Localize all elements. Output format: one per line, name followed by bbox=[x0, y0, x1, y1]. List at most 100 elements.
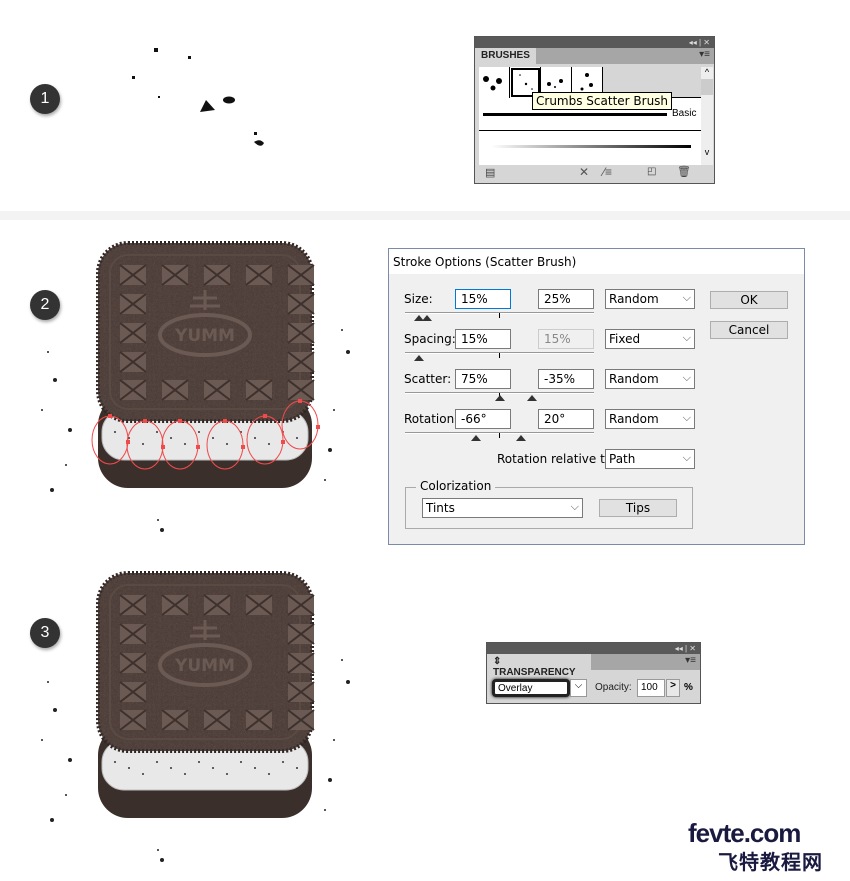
colorization-select[interactable]: Tints ⌵ bbox=[422, 498, 583, 518]
min-value-input[interactable]: 15% bbox=[455, 289, 511, 309]
crumb bbox=[41, 409, 43, 411]
basic-brush-stroke[interactable] bbox=[483, 113, 667, 116]
rotation-relative-label: Rotation relative to: bbox=[497, 452, 617, 466]
max-value-input[interactable]: -35% bbox=[538, 369, 594, 389]
cookie-pattern-tile bbox=[245, 264, 273, 286]
cookie-pattern-tile bbox=[287, 322, 315, 344]
rotation-relative-value: Path bbox=[609, 452, 636, 466]
new-brush-icon[interactable]: ◰ bbox=[647, 166, 656, 177]
blend-mode-select[interactable]: Overlay bbox=[492, 679, 570, 697]
chevron-down-icon: ⌵ bbox=[682, 291, 691, 304]
percent-label: % bbox=[684, 682, 693, 693]
crumb bbox=[341, 329, 343, 331]
blend-mode-chevron-icon[interactable]: ⌵ bbox=[570, 679, 587, 697]
chevron-down-icon: ⌵ bbox=[682, 451, 691, 464]
cookie-pattern-tile bbox=[287, 681, 315, 703]
rotation-relative-select[interactable]: Path ⌵ bbox=[605, 449, 695, 469]
max-value-input[interactable]: 25% bbox=[538, 289, 594, 309]
crumb bbox=[346, 680, 350, 684]
watermark-domain: fevte.com bbox=[688, 818, 801, 848]
opacity-label: Opacity: bbox=[595, 682, 632, 693]
row-label: Rotation: bbox=[404, 412, 459, 426]
crumb bbox=[160, 858, 164, 862]
crumb bbox=[53, 378, 57, 382]
cookie-pattern-tile bbox=[119, 709, 147, 731]
panel-collapse-close[interactable]: ◂◂ | ✕ bbox=[487, 643, 700, 654]
transparency-tab[interactable]: ⇕ TRANSPARENCY bbox=[487, 654, 591, 678]
crumb bbox=[341, 659, 343, 661]
remove-brush-stroke-icon[interactable]: ✕ bbox=[579, 165, 589, 179]
cookie-pattern-tile bbox=[287, 264, 315, 286]
variation-select[interactable]: Random ⌵ bbox=[605, 409, 695, 429]
crumb bbox=[328, 778, 332, 782]
crumb bbox=[324, 809, 326, 811]
cookie-pattern-tile bbox=[287, 351, 315, 373]
panel-menu-icon[interactable]: ▾≡ bbox=[699, 49, 710, 60]
crumb bbox=[324, 479, 326, 481]
cookie-pattern-tile bbox=[119, 652, 147, 674]
slider-center-tick bbox=[499, 433, 500, 438]
cookie-pattern-tile bbox=[203, 379, 231, 401]
slider-center-tick bbox=[499, 353, 500, 358]
brush-libraries-icon[interactable]: ▤ bbox=[485, 166, 495, 179]
tapered-brush-stroke[interactable] bbox=[491, 145, 691, 148]
variation-select[interactable]: Random ⌵ bbox=[605, 369, 695, 389]
slider-handle[interactable] bbox=[422, 315, 432, 321]
crumb bbox=[160, 528, 164, 532]
cookie-pattern-tile bbox=[119, 623, 147, 645]
cookie-logo-text: YUMM bbox=[174, 656, 235, 676]
crumb bbox=[47, 351, 49, 353]
cancel-button[interactable]: Cancel bbox=[710, 321, 788, 339]
brushes-panel: ◂◂ | ✕ BRUSHES ▾≡ Basic ^ v ▤ ✕ ⁄≡ ◰ 🗑 bbox=[474, 36, 715, 184]
brushes-tab[interactable]: BRUSHES bbox=[475, 48, 536, 64]
blend-mode-value: Overlay bbox=[498, 683, 533, 694]
panel-menu-icon[interactable]: ▾≡ bbox=[685, 655, 696, 666]
slider-handle[interactable] bbox=[414, 355, 424, 361]
brush-options-icon[interactable]: ⁄≡ bbox=[603, 165, 612, 179]
slider-handle[interactable] bbox=[471, 435, 481, 441]
cookie-pattern-tile bbox=[287, 379, 315, 401]
transparency-title: TRANSPARENCY bbox=[493, 667, 576, 678]
crumb bbox=[65, 794, 67, 796]
crumb bbox=[65, 464, 67, 466]
cookie-pattern-tile bbox=[119, 681, 147, 703]
cookie-pattern-tile bbox=[119, 293, 147, 315]
crumb bbox=[333, 739, 335, 741]
panel-collapse-close[interactable]: ◂◂ | ✕ bbox=[475, 37, 714, 48]
row-label: Scatter: bbox=[404, 372, 452, 386]
variation-value: Random bbox=[609, 412, 659, 426]
colorization-value: Tints bbox=[426, 501, 455, 515]
cookie-pattern-tile bbox=[119, 264, 147, 286]
cookie-pattern-tile bbox=[287, 594, 315, 616]
cookie-pattern-tile bbox=[161, 264, 189, 286]
min-value-input[interactable]: 75% bbox=[455, 369, 511, 389]
max-value-input[interactable]: 20° bbox=[538, 409, 594, 429]
cookie-logo-text: YUMM bbox=[174, 326, 235, 346]
ok-button[interactable]: OK bbox=[710, 291, 788, 309]
min-value-input[interactable]: -66° bbox=[455, 409, 511, 429]
crumb bbox=[68, 758, 72, 762]
cookie-pattern-tile bbox=[203, 709, 231, 731]
opacity-slider-button[interactable]: > bbox=[666, 679, 680, 697]
max-value-input: 15% bbox=[538, 329, 594, 349]
cookie-pattern-tile bbox=[287, 652, 315, 674]
variation-value: Random bbox=[609, 372, 659, 386]
opacity-input[interactable]: 100 bbox=[637, 679, 665, 697]
colorization-label: Colorization bbox=[416, 479, 496, 493]
dialog-title: Stroke Options (Scatter Brush) bbox=[389, 249, 804, 274]
cookie-pattern-tile bbox=[287, 293, 315, 315]
crumb bbox=[53, 708, 57, 712]
variation-select[interactable]: Fixed ⌵ bbox=[605, 329, 695, 349]
delete-brush-icon[interactable]: 🗑 bbox=[677, 165, 691, 178]
slider-handle[interactable] bbox=[495, 395, 505, 401]
tips-button[interactable]: Tips bbox=[599, 499, 677, 517]
cookie-pattern-tile bbox=[161, 594, 189, 616]
min-value-input[interactable]: 15% bbox=[455, 329, 511, 349]
brush-thumb-1[interactable] bbox=[479, 67, 510, 98]
slider-handle[interactable] bbox=[527, 395, 537, 401]
variation-select[interactable]: Random ⌵ bbox=[605, 289, 695, 309]
slider-handle[interactable] bbox=[516, 435, 526, 441]
crumb bbox=[328, 448, 332, 452]
slider-center-tick bbox=[499, 313, 500, 318]
scrollbar[interactable]: ^ v bbox=[701, 67, 713, 165]
